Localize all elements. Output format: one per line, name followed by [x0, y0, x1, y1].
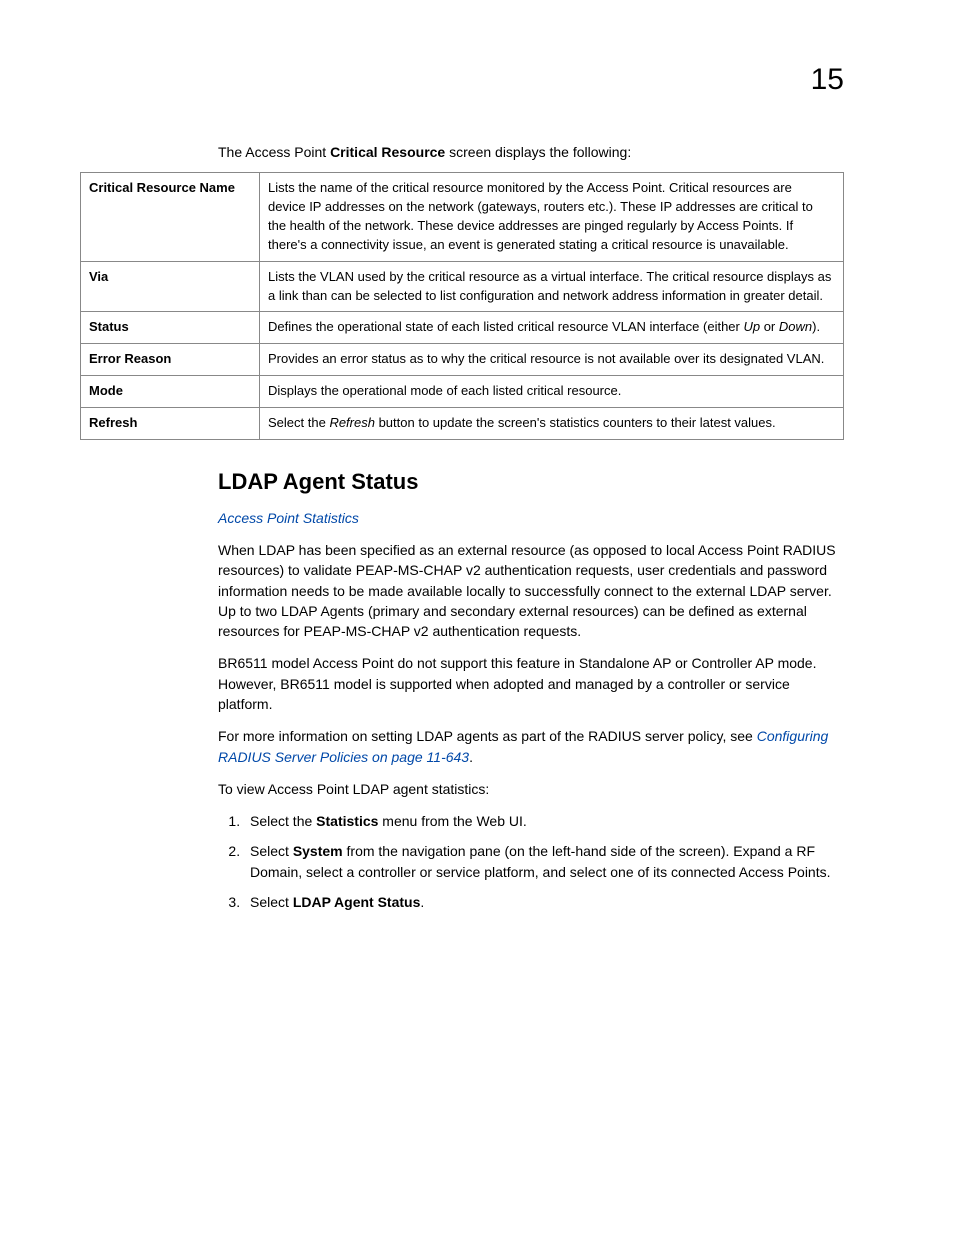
table-row: Mode Displays the operational mode of ea…: [81, 376, 844, 408]
table-row: Critical Resource Name Lists the name of…: [81, 173, 844, 261]
desc-ital: Up: [743, 319, 760, 334]
row-desc: Lists the name of the critical resource …: [260, 173, 844, 261]
step-bold: LDAP Agent Status: [293, 894, 421, 910]
row-desc: Select the Refresh button to update the …: [260, 407, 844, 439]
breadcrumb-link[interactable]: Access Point Statistics: [218, 510, 359, 526]
definition-table: Critical Resource Name Lists the name of…: [80, 172, 844, 439]
table-row: Refresh Select the Refresh button to upd…: [81, 407, 844, 439]
para3-pre: For more information on setting LDAP age…: [218, 728, 757, 744]
desc-pre: Defines the operational state of each li…: [268, 319, 743, 334]
desc-pre: Select the: [268, 415, 329, 430]
step-post: .: [420, 894, 424, 910]
step-list: Select the Statistics menu from the Web …: [218, 811, 844, 912]
intro-suffix: screen displays the following:: [445, 144, 631, 160]
row-label: Mode: [81, 376, 260, 408]
step-post: menu from the Web UI.: [378, 813, 526, 829]
row-label: Error Reason: [81, 344, 260, 376]
paragraph: BR6511 model Access Point do not support…: [218, 653, 844, 714]
step-pre: Select: [250, 894, 293, 910]
intro-bold: Critical Resource: [330, 144, 445, 160]
row-desc: Provides an error status as to why the c…: [260, 344, 844, 376]
list-item: Select LDAP Agent Status.: [244, 892, 844, 912]
row-label: Status: [81, 312, 260, 344]
step-bold: Statistics: [316, 813, 378, 829]
page-number: 15: [811, 58, 844, 102]
row-label: Via: [81, 261, 260, 312]
row-label: Critical Resource Name: [81, 173, 260, 261]
table-row: Via Lists the VLAN used by the critical …: [81, 261, 844, 312]
step-pre: Select the: [250, 813, 316, 829]
desc-post: button to update the screen's statistics…: [375, 415, 776, 430]
intro-sentence: The Access Point Critical Resource scree…: [218, 142, 844, 162]
intro-prefix: The Access Point: [218, 144, 330, 160]
row-desc: Lists the VLAN used by the critical reso…: [260, 261, 844, 312]
step-bold: System: [293, 843, 343, 859]
list-item: Select System from the navigation pane (…: [244, 841, 844, 882]
row-desc: Defines the operational state of each li…: [260, 312, 844, 344]
table-row: Status Defines the operational state of …: [81, 312, 844, 344]
paragraph: To view Access Point LDAP agent statisti…: [218, 779, 844, 799]
table-row: Error Reason Provides an error status as…: [81, 344, 844, 376]
desc-ital: Refresh: [329, 415, 375, 430]
row-label: Refresh: [81, 407, 260, 439]
paragraph: For more information on setting LDAP age…: [218, 726, 844, 767]
desc-ital: Down: [779, 319, 812, 334]
desc-mid: or: [760, 319, 779, 334]
paragraph: When LDAP has been specified as an exter…: [218, 540, 844, 641]
step-pre: Select: [250, 843, 293, 859]
desc-post: ).: [812, 319, 820, 334]
row-desc: Displays the operational mode of each li…: [260, 376, 844, 408]
list-item: Select the Statistics menu from the Web …: [244, 811, 844, 831]
para3-post: .: [469, 749, 473, 765]
section-heading: LDAP Agent Status: [218, 466, 844, 498]
